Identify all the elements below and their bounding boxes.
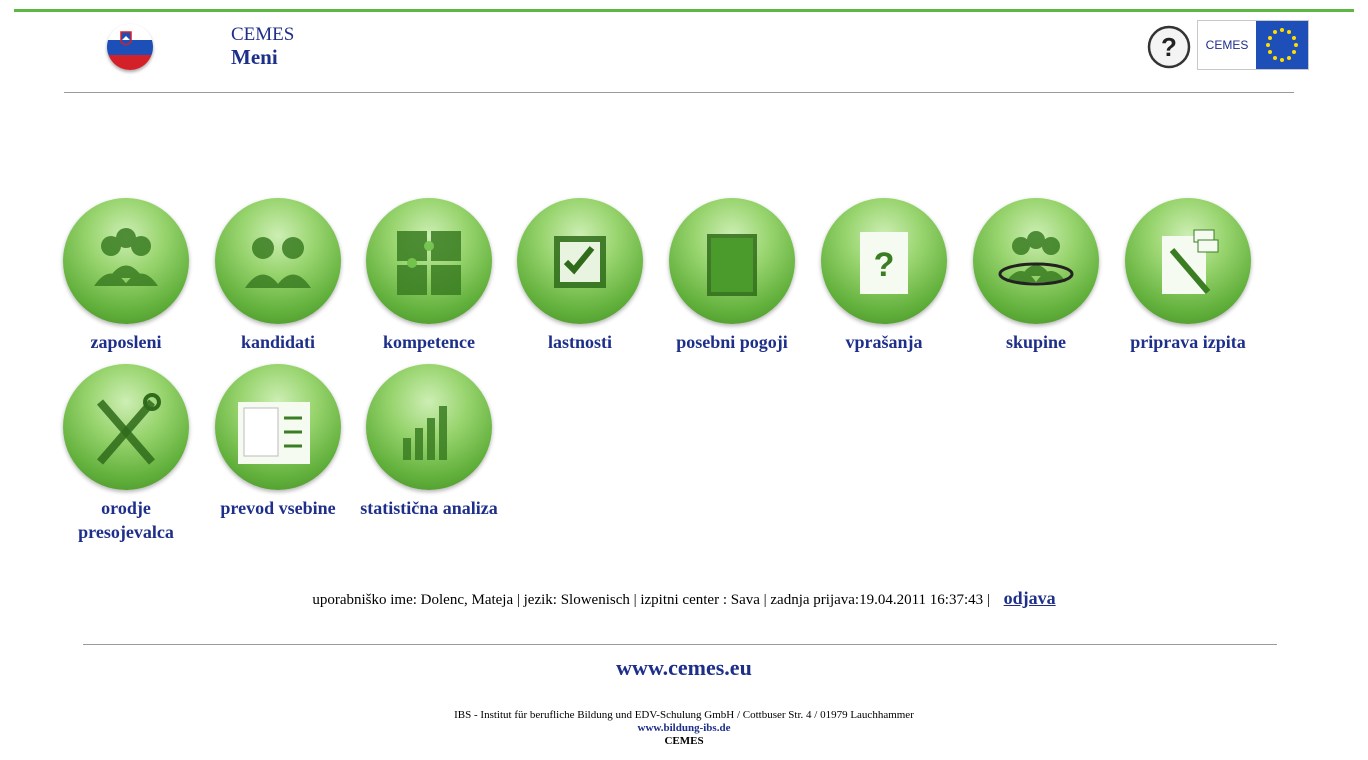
question-document-icon: ?: [821, 198, 947, 324]
eu-stars-icon: [1256, 21, 1308, 69]
status-text: uporabniško ime: Dolenc, Mateja | jezik:…: [312, 592, 990, 608]
checkbox-icon: [517, 198, 643, 324]
footer-brand: CEMES: [664, 735, 704, 747]
footer-link[interactable]: www.bildung-ibs.de: [0, 722, 1368, 735]
logout-link[interactable]: odjava: [1004, 588, 1056, 608]
menu-item-vprasanja[interactable]: ? vprašanja: [809, 198, 959, 354]
candidates-icon: [215, 198, 341, 324]
header-title: CEMES Meni: [231, 24, 294, 68]
employees-icon: [63, 198, 189, 324]
menu-item-label: orodje presojevalca: [78, 498, 174, 542]
menu-item-label: kompetence: [383, 332, 475, 352]
menu-item-label: kandidati: [240, 332, 316, 352]
translation-icon: [215, 364, 341, 490]
cemes-eu-logo: CEMES: [1197, 20, 1309, 70]
menu-item-label: lastnosti: [547, 332, 612, 352]
menu-item-orodje-presojevalca[interactable]: orodje presojevalca: [51, 364, 201, 544]
menu-item-skupine[interactable]: skupine: [961, 198, 1111, 354]
footer-divider: [83, 644, 1277, 645]
menu-item-label: prevod vsebine: [220, 498, 336, 518]
menu-item-label: posebni pogoji: [676, 332, 788, 352]
slovenia-flag-icon[interactable]: [107, 24, 153, 70]
menu-item-priprava-izpita[interactable]: priprava izpita: [1113, 198, 1263, 354]
page-title: Meni: [231, 45, 278, 69]
question-mark-icon[interactable]: ?: [1147, 25, 1191, 69]
menu-item-label: priprava izpita: [1130, 332, 1246, 352]
menu-item-label: statistična analiza: [360, 498, 498, 518]
website-link[interactable]: www.cemes.eu: [0, 655, 1368, 681]
statistics-icon: [366, 364, 492, 490]
menu-item-kandidati[interactable]: kandidati: [203, 198, 353, 354]
menu-item-statisticna-analiza[interactable]: statistična analiza: [354, 364, 504, 520]
exam-preparation-icon: [1125, 198, 1251, 324]
menu-item-label: vprašanja: [845, 332, 923, 352]
book-icon: [669, 198, 795, 324]
menu-item-kompetence[interactable]: kompetence: [354, 198, 504, 354]
menu-item-zaposleni[interactable]: zaposleni: [51, 198, 201, 354]
footer-address: IBS - Institut für berufliche Bildung un…: [454, 709, 914, 721]
puzzle-icon: [366, 198, 492, 324]
status-bar: uporabniško ime: Dolenc, Mateja | jezik:…: [0, 588, 1368, 609]
menu-item-lastnosti[interactable]: lastnosti: [505, 198, 655, 354]
header-divider: [64, 92, 1294, 93]
menu-item-prevod-vsebine[interactable]: prevod vsebine: [203, 364, 353, 520]
logo-text: CEMES: [1205, 38, 1249, 52]
top-accent-line: [14, 9, 1354, 12]
group-icon: [973, 198, 1099, 324]
menu-item-label: skupine: [1005, 332, 1067, 352]
tools-icon: [63, 364, 189, 490]
app-name: CEMES: [231, 24, 295, 45]
footer: IBS - Institut für berufliche Bildung un…: [0, 709, 1368, 748]
menu-item-posebni-pogoji[interactable]: posebni pogoji: [657, 198, 807, 354]
svg-text:?: ?: [1161, 32, 1177, 62]
svg-text:?: ?: [874, 246, 895, 284]
menu-item-label: zaposleni: [90, 332, 162, 352]
